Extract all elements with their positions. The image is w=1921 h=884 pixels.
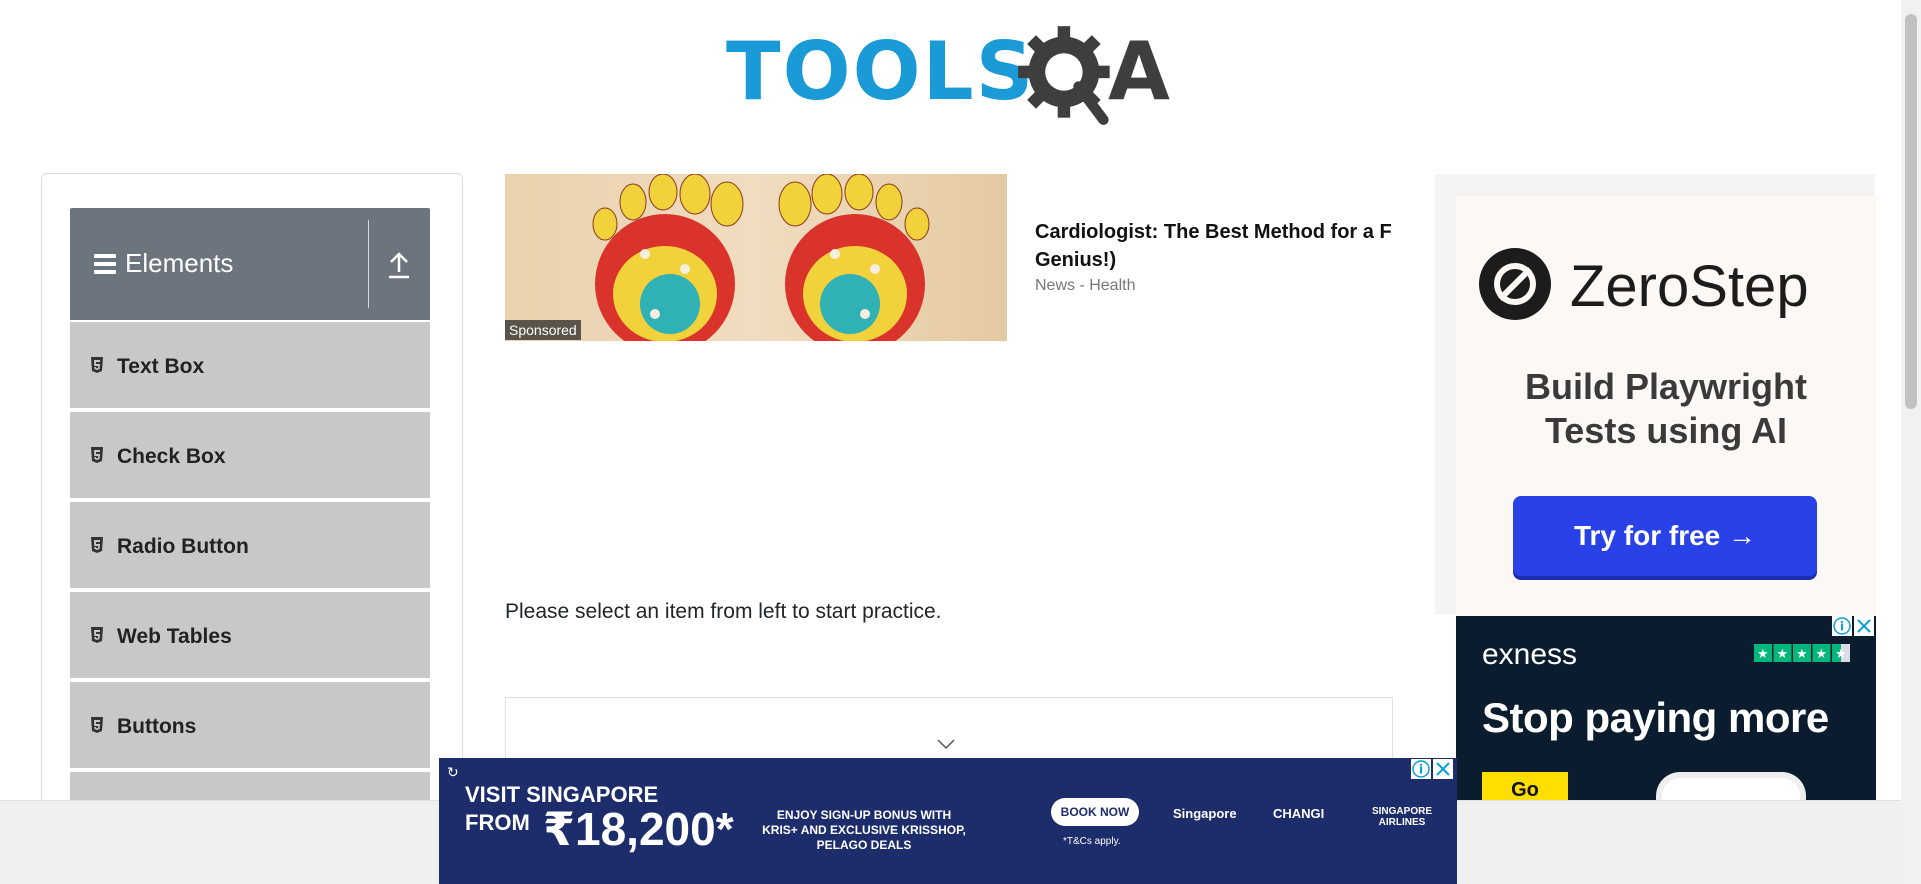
svg-text:★: ★ [1796,647,1808,662]
logo-tools-text: TOOLS [726,25,1036,118]
scrollbar-thumb[interactable] [1905,14,1917,409]
logo-a-text: A [1108,25,1170,118]
sg-terms: *T&Cs apply. [1063,836,1121,847]
exness-headline: Stop paying more [1482,694,1829,741]
sidebar-item-web-tables[interactable]: Web Tables [70,592,430,680]
sidebar-item-label: Radio Button [117,535,249,558]
svg-text:★: ★ [1757,647,1769,662]
toolsqa-logo[interactable]: TOOLS A [726,20,1178,130]
upload-arrow-icon[interactable] [384,248,414,282]
try-for-free-button[interactable]: Try for free → [1513,496,1817,576]
ad-info-icon[interactable]: i [1832,616,1852,636]
changi-logo: CHANGI [1273,806,1325,821]
zerostep-tagline-line2: Tests using AI [1544,410,1788,451]
sponsored-title-line2: Genius!) [1035,249,1117,271]
hamburger-menu-icon [94,254,116,274]
sidebar-item-buttons[interactable]: Buttons [70,682,430,770]
sidebar-item-text-box[interactable]: Text Box [70,322,430,410]
html5-icon [91,357,103,373]
ad-close-icon[interactable] [1854,616,1874,636]
zerostep-brand: ZeroStep [1570,254,1809,319]
svg-text:i: i [1419,763,1423,777]
foot-chart-image [592,174,930,341]
sponsored-title-line1: Cardiologist: The Best Method for a F [1035,221,1392,243]
zerostep-logo-icon [1479,248,1551,320]
group-title: Elements [125,248,234,278]
book-now-button[interactable]: BOOK NOW [1051,798,1139,826]
rating-stars-icon: ★ ★ ★ ★ ★ [1754,644,1850,662]
gear-icon [1018,26,1110,125]
sg-from-text: FROM [465,810,530,835]
sponsored-image[interactable] [505,174,1007,341]
svg-text:★: ★ [1777,647,1789,662]
sidebar-item-radio-button[interactable]: Radio Button [70,502,430,590]
page: TOOLS A Elements Text Box Check Box Radi… [0,0,1921,884]
html5-icon [91,717,103,733]
sg-offer-text: ENJOY SIGN-UP BONUS WITH KRIS+ AND EXCLU… [762,808,966,852]
sponsored-title[interactable]: Cardiologist: The Best Method for a F Ge… [1035,218,1435,274]
replay-icon[interactable]: ↻ [447,764,463,780]
vertical-scrollbar[interactable] [1901,0,1921,884]
ad-close-icon[interactable] [1433,759,1453,779]
sidebar-item-label: Buttons [117,715,197,738]
singapore-airlines-logo: SINGAPORE AIRLINES [1371,806,1432,828]
html5-icon [91,627,103,643]
phone-image [1656,772,1806,802]
singapore-ad[interactable]: ↻ VISIT SINGAPORE FROM ₹18,200* ENJOY SI… [439,758,1457,884]
sponsored-source: News - Health [1035,277,1136,294]
singapore-logo: Singapore [1173,806,1237,821]
sidebar-item-check-box[interactable]: Check Box [70,412,430,500]
sponsored-tag: Sponsored [505,320,581,340]
sg-price: ₹18,200* [543,803,734,855]
sidebar-item-label: Text Box [117,355,205,378]
practice-instruction: Please select an item from left to start… [505,600,942,623]
html5-icon [91,537,103,553]
sidebar-item-label: Check Box [117,445,226,468]
ad-info-icon[interactable]: i [1411,759,1431,779]
svg-text:i: i [1840,620,1844,634]
exness-ad[interactable]: exness ★ ★ ★ ★ ★ Stop paying more Go [1456,616,1876,802]
svg-text:★: ★ [1816,647,1828,662]
html5-icon [91,447,103,463]
chevron-down-icon[interactable] [936,738,956,750]
elements-group-header[interactable]: Elements [70,208,430,320]
go-button[interactable]: Go [1482,772,1568,802]
exness-brand: exness [1482,638,1578,671]
zerostep-tagline-line1: Build Playwright [1524,366,1808,407]
zerostep-tagline: Build Playwright Tests using AI [1456,365,1876,453]
header-divider [368,220,369,308]
sidebar-item-label: Web Tables [117,625,232,648]
svg-text:★: ★ [1835,647,1847,662]
